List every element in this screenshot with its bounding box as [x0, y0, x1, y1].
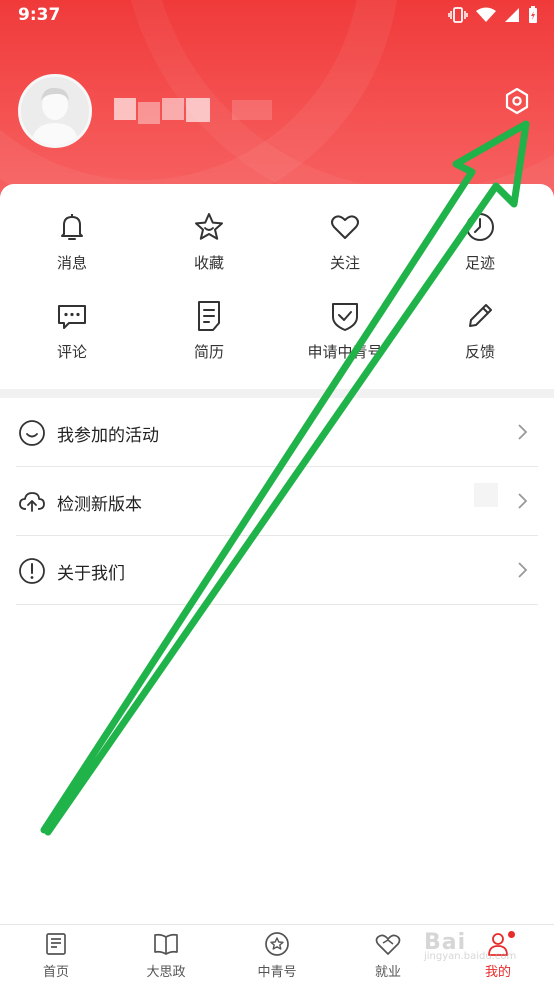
menu-item-label: 关于我们 [57, 564, 125, 584]
quick-action-label: 简历 [193, 343, 224, 361]
section-divider [0, 389, 554, 398]
redacted-version-text [474, 483, 498, 507]
status-time: 9:37 [18, 5, 61, 25]
battery-icon [529, 6, 537, 23]
document-icon [198, 301, 220, 331]
menu-item-about-us[interactable]: 关于我们 [16, 536, 538, 605]
chevron-right-icon [518, 424, 528, 440]
quick-action-feedback[interactable]: 反馈 [425, 299, 535, 379]
tab-label: 就业 [374, 965, 401, 980]
quick-action-history[interactable]: 足迹 [425, 210, 535, 290]
quick-action-messages[interactable]: 消息 [17, 210, 127, 290]
quick-action-label: 消息 [56, 254, 87, 272]
chevron-right-icon [518, 562, 528, 578]
shield-check-icon [332, 303, 358, 331]
menu-item-check-update[interactable]: 检测新版本 [16, 467, 538, 536]
heart-icon [331, 215, 359, 239]
menu-item-label: 我参加的活动 [57, 426, 159, 446]
star-icon [195, 213, 223, 240]
watermark-tag: jingyan.baidu.com [424, 951, 517, 962]
menu-item-label: 检测新版本 [57, 495, 142, 515]
info-exclamation-icon [19, 558, 45, 584]
baidu-watermark: Bai jingyan.baidu.com [424, 930, 516, 962]
quick-action-label: 申请中青号 [307, 343, 383, 361]
newspaper-icon [46, 933, 66, 955]
menu-item-my-activities[interactable]: 我参加的活动 [16, 398, 538, 467]
quick-action-comments[interactable]: 评论 [17, 299, 127, 379]
status-icons [448, 6, 538, 24]
vibrate-icon [448, 7, 468, 23]
quick-action-label: 评论 [56, 343, 87, 361]
tab-label: 首页 [42, 965, 69, 980]
settings-menu: 我参加的活动 检测新版本 关于我们 [16, 398, 538, 605]
tab-home[interactable]: 首页 [6, 931, 106, 980]
avatar[interactable] [18, 74, 92, 148]
book-icon [154, 933, 178, 955]
star-circle-icon [265, 932, 289, 956]
tab-label: 大思政 [146, 965, 186, 980]
tab-ideology[interactable]: 大思政 [116, 931, 216, 980]
settings-icon[interactable] [502, 86, 532, 116]
chevron-right-icon [518, 493, 528, 509]
heart-handshake-icon [375, 934, 401, 955]
quick-action-apply-account[interactable]: 申请中青号 [290, 299, 400, 379]
quick-action-resume[interactable]: 简历 [154, 299, 264, 379]
pencil-icon [469, 304, 492, 327]
username-redacted [112, 98, 272, 124]
tab-youth-account[interactable]: 中青号 [227, 931, 327, 980]
quick-action-follow[interactable]: 关注 [290, 210, 400, 290]
clock-icon [466, 213, 494, 241]
quick-action-label: 关注 [329, 254, 360, 272]
tab-label: 我的 [484, 965, 511, 980]
tab-employment[interactable]: 就业 [338, 931, 438, 980]
bell-icon [61, 214, 83, 240]
quick-action-label: 收藏 [193, 254, 224, 272]
status-bar: 9:37 [0, 0, 554, 32]
quick-actions-card: 消息 收藏 关注 足迹 评论 简历 申请中青号 反馈 [0, 184, 554, 389]
profile-header: 9:37 [0, 0, 554, 210]
wifi-icon [476, 7, 496, 22]
quick-action-favorites[interactable]: 收藏 [154, 210, 264, 290]
quick-action-label: 足迹 [464, 254, 495, 272]
comment-icon [58, 305, 86, 329]
avatar-placeholder-icon [21, 77, 89, 145]
signal-icon [505, 8, 519, 22]
tab-label: 中青号 [257, 965, 297, 980]
quick-action-label: 反馈 [464, 343, 495, 361]
smile-icon [19, 420, 45, 446]
cloud-upload-icon [19, 492, 45, 512]
